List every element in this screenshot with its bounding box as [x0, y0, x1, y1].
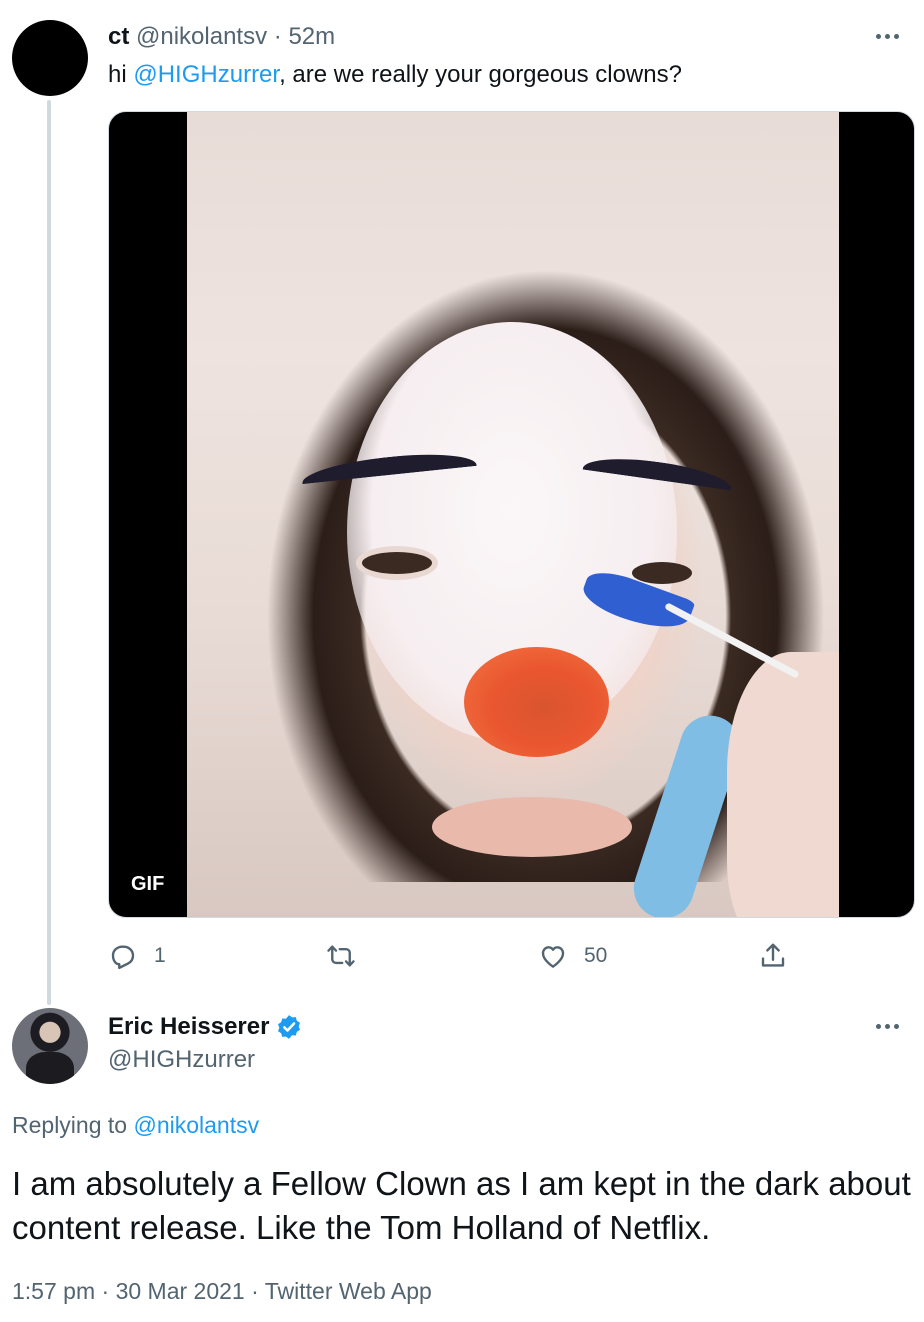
- avatar[interactable]: [12, 20, 88, 96]
- like-icon: [541, 946, 565, 968]
- retweet-button[interactable]: [326, 938, 372, 974]
- reply-author-handle[interactable]: @HIGHzurrer: [108, 1045, 255, 1075]
- thread-connector-line: [47, 100, 51, 1005]
- verified-badge-icon: [275, 1013, 303, 1041]
- hand: [727, 652, 839, 917]
- reply-tweet-text: I am absolutely a Fellow Clown as I am k…: [12, 1165, 911, 1246]
- replying-to: Replying to @nikolantsv: [12, 1110, 259, 1140]
- reply-icon: [111, 945, 135, 970]
- gif-media[interactable]: GIF: [108, 111, 915, 918]
- left-eye: [362, 552, 432, 574]
- like-button[interactable]: 50: [538, 938, 607, 974]
- replying-prefix: Replying to: [12, 1112, 134, 1138]
- separator: ·: [251, 1278, 259, 1304]
- tweet-time[interactable]: 52m: [288, 23, 335, 50]
- reply-button[interactable]: 1: [108, 938, 166, 974]
- gif-frame: [187, 112, 839, 917]
- tweet-metadata: 1:57 pm · 30 Mar 2021 · Twitter Web App: [12, 1276, 432, 1306]
- reply-author-name[interactable]: Eric Heisserer: [108, 1012, 303, 1042]
- more-icon[interactable]: [872, 29, 902, 43]
- mention-link[interactable]: @HIGHzurrer: [133, 61, 279, 88]
- more-icon[interactable]: [872, 1019, 902, 1033]
- retweet-icon: [327, 945, 355, 967]
- reply-count: 1: [154, 944, 166, 967]
- share-icon: [761, 943, 785, 967]
- avatar[interactable]: [12, 1008, 88, 1084]
- like-count: 50: [584, 944, 608, 967]
- separator: ·: [101, 1278, 110, 1304]
- replying-handle-link[interactable]: @nikolantsv: [133, 1112, 259, 1138]
- tweet-header: ct @nikolantsv · 52m: [108, 22, 335, 52]
- tweet-text-prefix: hi: [108, 61, 134, 88]
- right-eye: [632, 562, 692, 584]
- clown-nose: [464, 647, 609, 757]
- tweet-date[interactable]: 30 Mar 2021: [116, 1278, 245, 1304]
- tweet-text-suffix: , are we really your gorgeous clowns?: [279, 61, 682, 88]
- gif-badge: GIF: [123, 868, 173, 900]
- author-name[interactable]: ct: [108, 23, 129, 50]
- separator: ·: [273, 23, 282, 50]
- tweet-time[interactable]: 1:57 pm: [12, 1278, 95, 1304]
- tweet-source[interactable]: Twitter Web App: [265, 1278, 432, 1304]
- author-name[interactable]: Eric Heisserer: [108, 1012, 269, 1042]
- share-button[interactable]: [758, 938, 788, 974]
- tweet-text: hi @HIGHzurrer, are we really your gorge…: [108, 60, 682, 90]
- lips: [432, 797, 632, 857]
- author-handle[interactable]: @nikolantsv: [136, 23, 267, 50]
